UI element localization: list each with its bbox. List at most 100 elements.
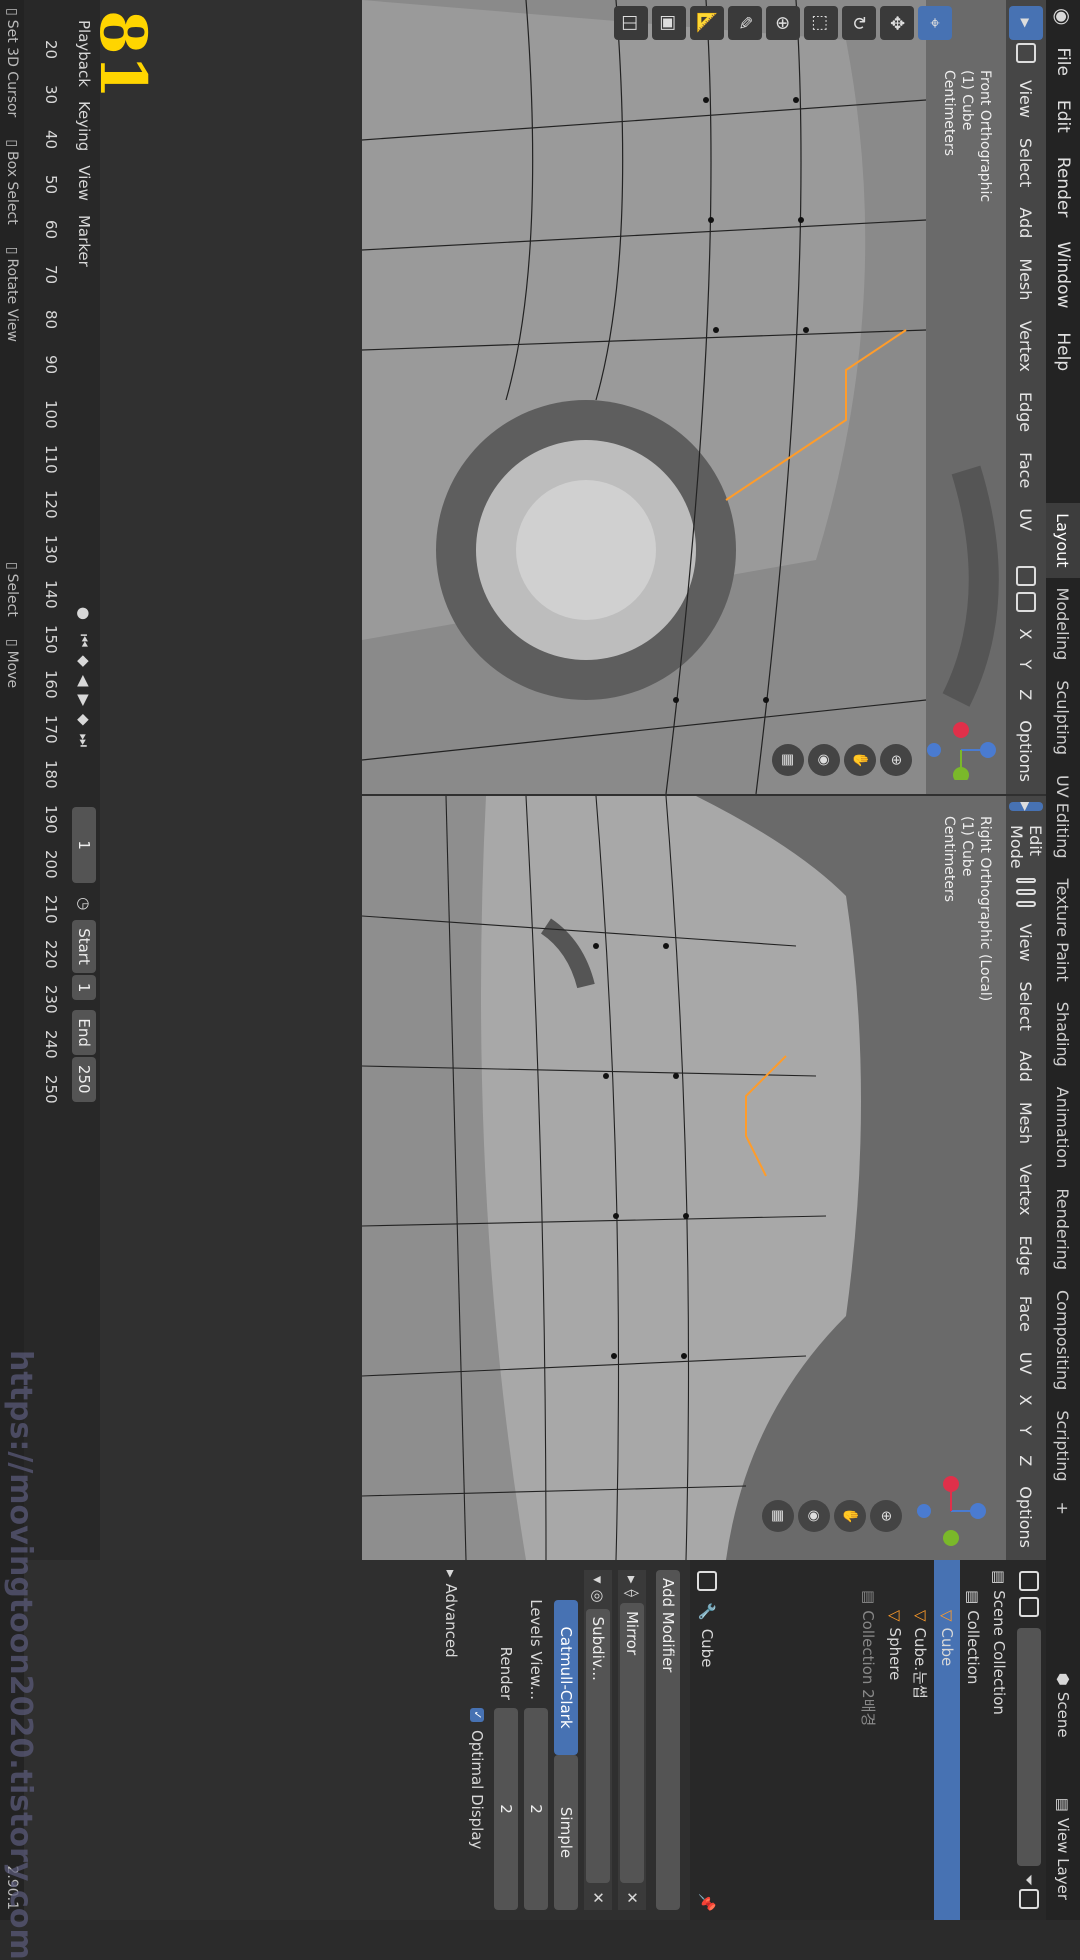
outliner-row[interactable]: ▤ Collection <box>960 1560 986 1920</box>
axis-gizmo-icon[interactable] <box>916 1476 986 1546</box>
tab-shading[interactable]: Shading <box>1046 992 1080 1077</box>
grid-icon[interactable]: ▦ <box>772 744 804 776</box>
select-tool-button[interactable]: ▸ <box>1009 6 1043 40</box>
tab-scripting[interactable]: Scripting <box>1046 1400 1080 1491</box>
grid-icon[interactable]: ▦ <box>762 1500 794 1532</box>
pin-icon[interactable]: 📌 <box>698 1893 716 1912</box>
add-menu[interactable]: Add <box>1015 201 1038 244</box>
jump-start-button[interactable]: ⏮ <box>75 634 93 648</box>
axis-x[interactable]: X <box>1015 623 1038 646</box>
inset-tool-button[interactable]: ◫ <box>614 6 648 40</box>
move-tool-button[interactable]: ✥ <box>880 6 914 40</box>
tab-compositing[interactable]: Compositing <box>1046 1280 1080 1400</box>
zoom-icon[interactable]: ⊕ <box>880 744 912 776</box>
end-frame-field[interactable]: 250 <box>72 1056 96 1102</box>
modifier-name[interactable]: Subdiv... <box>586 1608 610 1884</box>
rotate-tool-button[interactable]: ↻ <box>842 6 876 40</box>
prev-key-button[interactable]: ◆ <box>75 655 93 667</box>
modifier-name[interactable]: Mirror <box>620 1602 644 1884</box>
tab-layout[interactable]: Layout <box>1046 503 1080 578</box>
camera-icon[interactable]: ◉ <box>808 744 840 776</box>
outliner-row-selected[interactable]: ▽ Cube <box>934 1560 960 1920</box>
next-key-button[interactable]: ◆ <box>75 714 93 726</box>
menu-help[interactable]: Help <box>1053 320 1073 383</box>
edge-menu[interactable]: Edge <box>1015 1229 1038 1281</box>
advanced-subpanel[interactable]: ▸ Advanced <box>442 1570 460 1910</box>
marker-menu[interactable]: Marker <box>75 215 93 267</box>
options-menu[interactable]: Options <box>1015 714 1038 788</box>
simple-button[interactable]: Simple <box>554 1755 578 1910</box>
blender-logo-icon[interactable]: ◉ <box>1051 8 1075 25</box>
uv-menu[interactable]: UV <box>1015 502 1038 537</box>
transform-tool-button[interactable]: ⊕ <box>766 6 800 40</box>
modifier-panel[interactable]: ▾ ◎ Subdiv... ✕ <box>584 1570 612 1910</box>
add-modifier-button[interactable]: Add Modifier <box>656 1570 680 1910</box>
pan-hand-icon[interactable]: ✋ <box>844 744 876 776</box>
render-levels-field[interactable]: 2 <box>494 1708 518 1910</box>
view-layer-selector[interactable]: View Layer <box>1054 1818 1072 1900</box>
keying-menu[interactable]: Keying <box>75 101 93 151</box>
measure-tool-button[interactable]: 📐 <box>690 6 724 40</box>
face-menu[interactable]: Face <box>1015 446 1038 494</box>
outliner-row[interactable]: ▽ Sphere <box>882 1560 908 1920</box>
pan-hand-icon[interactable]: ✋ <box>834 1500 866 1532</box>
close-icon[interactable]: ✕ <box>589 1891 607 1904</box>
menu-file[interactable]: File <box>1053 35 1073 87</box>
frame-ruler[interactable]: 20 30 40 50 60 70 80 90 100 110 120 130 … <box>34 0 64 1560</box>
annotate-tool-button[interactable]: ✎ <box>728 6 762 40</box>
mesh-menu[interactable]: Mesh <box>1015 252 1038 306</box>
left-viewport[interactable]: ▸ View Select Add Mesh Vertex Edge Face … <box>362 0 1046 794</box>
jump-end-button[interactable]: ⏭ <box>75 734 93 748</box>
mesh-menu[interactable]: Mesh <box>1015 1096 1038 1150</box>
editor-type-icon[interactable] <box>1019 1571 1039 1591</box>
view-menu[interactable]: View <box>75 165 93 201</box>
modifier-panel[interactable]: ▸ ⟠ Mirror ✕ <box>618 1570 646 1910</box>
vertex-select-icon[interactable] <box>1016 877 1036 884</box>
view-menu[interactable]: View <box>1015 74 1038 124</box>
face-select-icon[interactable] <box>1016 900 1036 907</box>
edge-menu[interactable]: Edge <box>1015 386 1038 438</box>
tab-uv-editing[interactable]: UV Editing <box>1046 765 1080 868</box>
axis-gizmo-icon[interactable] <box>926 720 996 783</box>
xray-icon[interactable] <box>1016 591 1036 612</box>
catmull-clark-button[interactable]: Catmull-Clark <box>554 1600 578 1755</box>
axis-x[interactable]: X <box>1015 1389 1038 1412</box>
uv-menu[interactable]: UV <box>1015 1346 1038 1381</box>
menu-window[interactable]: Window <box>1053 229 1073 320</box>
scale-tool-button[interactable]: ⬚ <box>804 6 838 40</box>
cursor-tool-button[interactable]: ⌖ <box>918 6 952 40</box>
expand-arrow-icon[interactable]: ▾ <box>589 1576 607 1584</box>
navigation-gizmo[interactable] <box>922 720 996 783</box>
optimal-display-checkbox[interactable]: ✓ <box>470 1708 484 1722</box>
clock-icon[interactable]: ◷ <box>75 897 93 910</box>
record-button[interactable]: ● <box>75 607 93 620</box>
axis-z[interactable]: Z <box>1015 683 1038 706</box>
add-workspace-button[interactable]: + <box>1046 1492 1080 1525</box>
options-menu[interactable]: Options <box>1015 1480 1038 1554</box>
overlay-icon[interactable] <box>1016 565 1036 586</box>
select-mode-icon[interactable] <box>1016 43 1036 63</box>
close-icon[interactable]: ✕ <box>623 1891 641 1904</box>
scene-selector[interactable]: Scene <box>1054 1692 1072 1738</box>
axis-z[interactable]: Z <box>1015 1449 1038 1472</box>
expand-arrow-icon[interactable]: ▸ <box>623 1576 641 1584</box>
current-frame-field[interactable]: 1 <box>72 807 96 884</box>
select-tool-button[interactable]: ▸ <box>1009 802 1043 812</box>
tab-texture-paint[interactable]: Texture Paint <box>1046 869 1080 992</box>
display-mode-icon[interactable] <box>1019 1597 1039 1617</box>
select-menu[interactable]: Select <box>1015 132 1038 193</box>
axis-y[interactable]: Y <box>1015 1420 1038 1442</box>
levels-viewport-field[interactable]: 2 <box>524 1708 548 1910</box>
select-menu[interactable]: Select <box>1015 976 1038 1037</box>
right-viewport[interactable]: ▸ Edit Mode View Select Add Mesh Vertex … <box>362 796 1046 1560</box>
axis-y[interactable]: Y <box>1015 654 1038 676</box>
tab-modeling[interactable]: Modeling <box>1046 578 1080 671</box>
play-button[interactable]: ▶ <box>75 695 93 707</box>
extrude-tool-button[interactable]: ▣ <box>652 6 686 40</box>
zoom-icon[interactable]: ⊕ <box>870 1500 902 1532</box>
outliner-row[interactable]: ▽ Cube.눈썹 <box>908 1560 934 1920</box>
camera-icon[interactable]: ◉ <box>798 1500 830 1532</box>
expand-arrow-icon[interactable]: ▸ <box>442 1570 460 1578</box>
tab-rendering[interactable]: Rendering <box>1046 1178 1080 1280</box>
vertex-menu[interactable]: Vertex <box>1015 1158 1038 1221</box>
